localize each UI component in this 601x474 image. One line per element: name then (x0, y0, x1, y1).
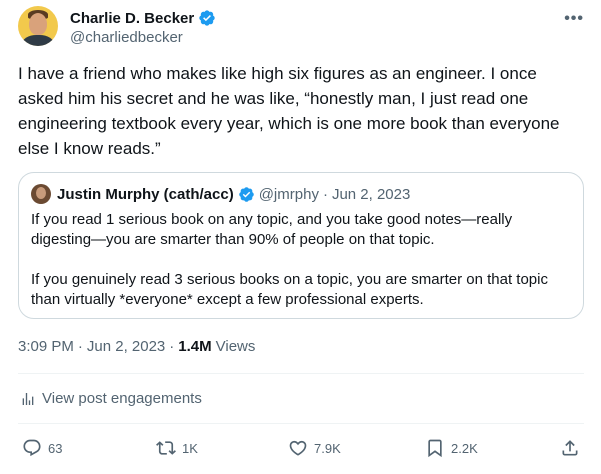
tweet-date[interactable]: Jun 2, 2023 (87, 338, 165, 355)
repost-icon (156, 441, 176, 455)
quoted-tweet-header: Justin Murphy (cath/acc) @jmrphy · Jun 2… (31, 184, 410, 204)
reply-icon (23, 439, 41, 457)
quoted-author-handle: @jmrphy (258, 185, 319, 203)
quoted-paragraph-2: If you genuinely read 3 serious books on… (31, 271, 548, 308)
quoted-author-name: Justin Murphy (cath/acc) (57, 185, 234, 203)
view-engagements-link[interactable]: View post engagements (20, 390, 202, 407)
author-display-name[interactable]: Charlie D. Becker (70, 10, 194, 27)
meta-separator: · (77, 338, 83, 355)
author-name-row: Charlie D. Becker (70, 8, 216, 28)
quoted-tweet[interactable]: Justin Murphy (cath/acc) @jmrphy · Jun 2… (18, 172, 584, 319)
bookmark-button[interactable]: 2.2K (425, 438, 478, 458)
tweet-time[interactable]: 3:09 PM (18, 338, 74, 355)
tweet-meta: 3:09 PM · Jun 2, 2023 · 1.4M Views (18, 338, 255, 355)
repost-button[interactable]: 1K (156, 438, 198, 458)
verified-badge-icon (238, 186, 254, 202)
share-icon (562, 440, 578, 456)
heart-icon (289, 440, 307, 456)
like-count: 7.9K (314, 440, 341, 456)
quoted-date: Jun 2, 2023 (331, 185, 411, 203)
author-handle[interactable]: @charliedbecker (70, 29, 183, 46)
repost-count: 1K (182, 440, 198, 456)
verified-badge-icon (199, 10, 215, 26)
views-label: Views (215, 338, 256, 355)
divider (18, 373, 584, 374)
meta-separator: · (169, 338, 175, 355)
bookmark-icon (428, 439, 442, 458)
tweet-header: Charlie D. Becker @charliedbecker ••• (18, 6, 588, 52)
share-button[interactable] (560, 438, 586, 458)
reply-button[interactable]: 63 (22, 438, 62, 458)
bookmark-count: 2.2K (451, 440, 478, 456)
view-engagements-label: View post engagements (42, 390, 202, 407)
views-count: 1.4M (178, 338, 212, 355)
more-options-icon[interactable]: ••• (564, 10, 584, 28)
tweet-text: I have a friend who makes like high six … (18, 64, 560, 158)
reply-count: 63 (48, 440, 63, 456)
action-bar: 63 1K 7.9K 2.2K (18, 438, 584, 462)
quoted-tweet-text: If you read 1 serious book on any topic,… (31, 210, 571, 310)
analytics-icon (22, 392, 34, 405)
like-button[interactable]: 7.9K (288, 438, 341, 458)
quoted-paragraph-1: If you read 1 serious book on any topic,… (31, 211, 513, 248)
quoted-author-avatar (31, 184, 51, 204)
quoted-separator: · (322, 185, 328, 203)
author-avatar[interactable] (18, 6, 58, 46)
divider (18, 423, 584, 424)
